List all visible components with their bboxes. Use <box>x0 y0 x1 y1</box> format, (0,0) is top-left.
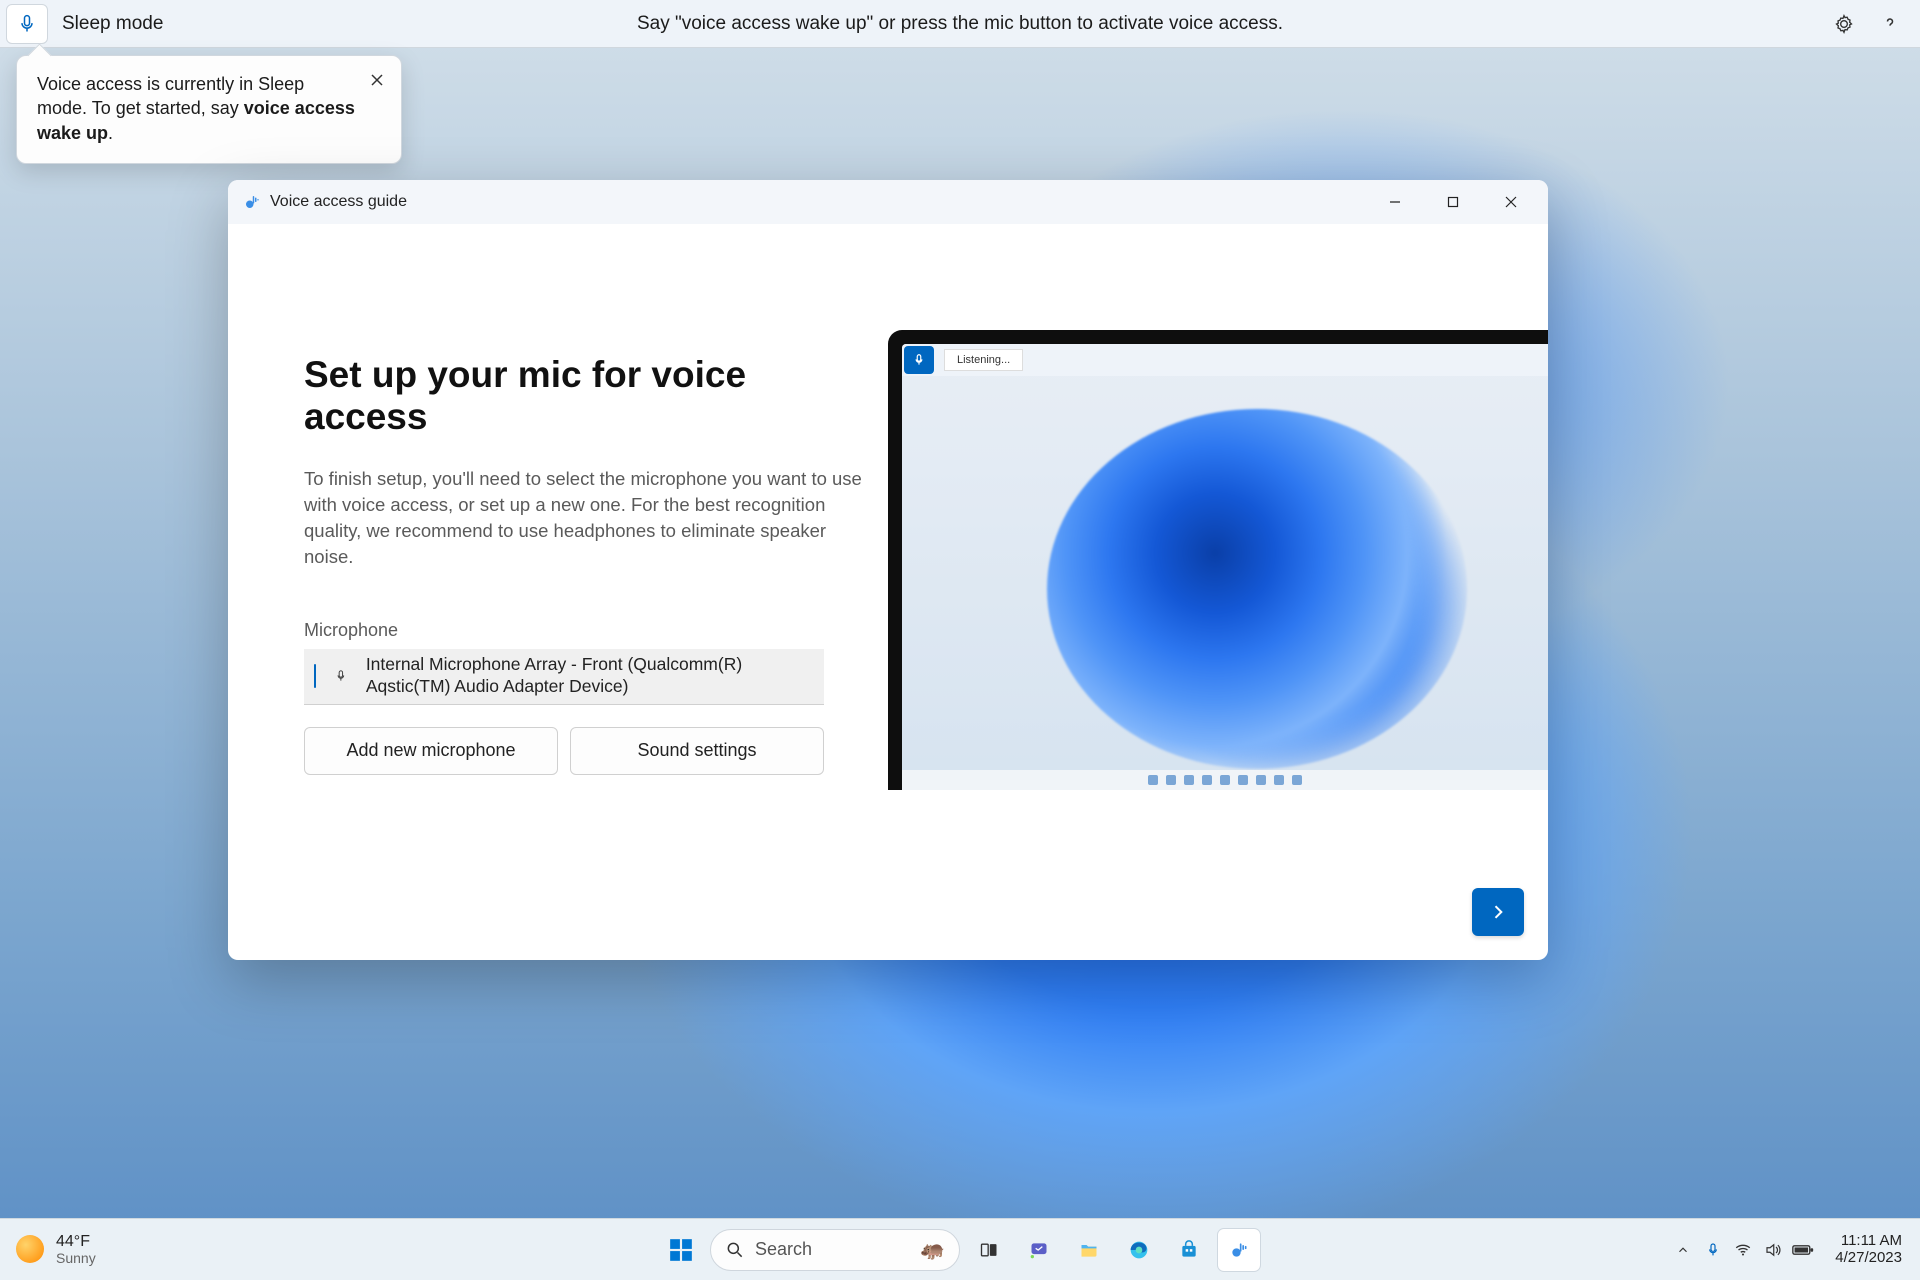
taskbar-clock[interactable]: 11:11 AM 4/27/2023 <box>1829 1233 1908 1266</box>
tray-battery-icon[interactable] <box>1789 1229 1817 1271</box>
weather-temp: 44°F <box>56 1233 96 1251</box>
windows-icon <box>668 1237 694 1263</box>
clock-time: 11:11 AM <box>1835 1233 1902 1250</box>
add-microphone-button[interactable]: Add new microphone <box>304 727 558 775</box>
microphone-label: Microphone <box>304 620 864 641</box>
chat-button[interactable] <box>1018 1229 1060 1271</box>
voice-access-icon <box>1229 1240 1249 1260</box>
maximize-icon <box>1447 196 1459 208</box>
mic-icon <box>334 666 348 686</box>
store-button[interactable] <box>1168 1229 1210 1271</box>
window-minimize-button[interactable] <box>1366 182 1424 222</box>
next-button[interactable] <box>1472 888 1524 936</box>
mic-icon <box>1705 1242 1721 1258</box>
start-button[interactable] <box>660 1229 702 1271</box>
sound-settings-button[interactable]: Sound settings <box>570 727 824 775</box>
search-suggestion-icon: 🦛 <box>920 1237 945 1262</box>
voice-access-status: Sleep mode <box>62 13 163 35</box>
tooltip-close-button[interactable] <box>365 68 389 92</box>
window-maximize-button[interactable] <box>1424 182 1482 222</box>
chat-icon <box>1029 1240 1049 1260</box>
setup-heading: Set up your mic for voice access <box>304 354 864 438</box>
sun-icon <box>16 1235 44 1263</box>
task-view-icon <box>979 1240 999 1260</box>
chevron-up-icon <box>1676 1243 1690 1257</box>
voice-access-help-button[interactable] <box>1870 4 1910 44</box>
minimize-icon <box>1389 196 1401 208</box>
voice-access-tooltip: Voice access is currently in Sleep mode.… <box>16 55 402 164</box>
gear-icon <box>1834 14 1854 34</box>
tray-volume-icon[interactable] <box>1759 1229 1787 1271</box>
tray-overflow-button[interactable] <box>1669 1229 1697 1271</box>
illus-mic-icon <box>904 346 934 374</box>
weather-condition: Sunny <box>56 1251 96 1266</box>
close-icon <box>1505 196 1517 208</box>
mic-level-indicator <box>314 664 316 688</box>
wifi-icon <box>1734 1241 1752 1259</box>
window-close-button[interactable] <box>1482 182 1540 222</box>
search-icon <box>725 1240 745 1260</box>
tooltip-text-2: . <box>108 123 113 143</box>
laptop-illustration: Listening... <box>888 330 1548 820</box>
task-view-button[interactable] <box>968 1229 1010 1271</box>
voice-access-app-icon <box>242 193 262 211</box>
microphone-name: Internal Microphone Array - Front (Qualc… <box>366 654 808 698</box>
voice-access-hint: Say "voice access wake up" or press the … <box>637 13 1283 35</box>
voice-access-mic-button[interactable] <box>6 4 48 44</box>
tray-wifi-icon[interactable] <box>1729 1229 1757 1271</box>
chevron-right-icon <box>1488 902 1508 922</box>
taskbar-search[interactable]: Search 🦛 <box>710 1229 960 1271</box>
volume-icon <box>1764 1241 1782 1259</box>
folder-icon <box>1079 1240 1099 1260</box>
clock-date: 4/27/2023 <box>1835 1250 1902 1267</box>
tray-mic-icon[interactable] <box>1699 1229 1727 1271</box>
window-titlebar[interactable]: Voice access guide <box>228 180 1548 224</box>
mic-icon <box>17 14 37 34</box>
setup-paragraph: To finish setup, you'll need to select t… <box>304 466 864 570</box>
store-icon <box>1179 1240 1199 1260</box>
microphone-selector[interactable]: Internal Microphone Array - Front (Qualc… <box>304 649 824 705</box>
file-explorer-button[interactable] <box>1068 1229 1110 1271</box>
edge-icon <box>1129 1240 1149 1260</box>
window-title: Voice access guide <box>270 193 407 211</box>
illus-listening-label: Listening... <box>944 349 1023 371</box>
battery-icon <box>1792 1241 1814 1259</box>
edge-button[interactable] <box>1118 1229 1160 1271</box>
taskbar: 44°F Sunny Search 🦛 <box>0 1218 1920 1280</box>
voice-access-taskbar-button[interactable] <box>1218 1229 1260 1271</box>
voice-access-settings-button[interactable] <box>1824 4 1864 44</box>
close-icon <box>367 70 387 90</box>
voice-access-bar: Sleep mode Say "voice access wake up" or… <box>0 0 1920 48</box>
weather-widget[interactable]: 44°F Sunny <box>0 1233 96 1266</box>
search-placeholder: Search <box>755 1239 812 1260</box>
help-icon <box>1880 14 1900 34</box>
voice-access-guide-window: Voice access guide Set up your mic for v… <box>228 180 1548 960</box>
